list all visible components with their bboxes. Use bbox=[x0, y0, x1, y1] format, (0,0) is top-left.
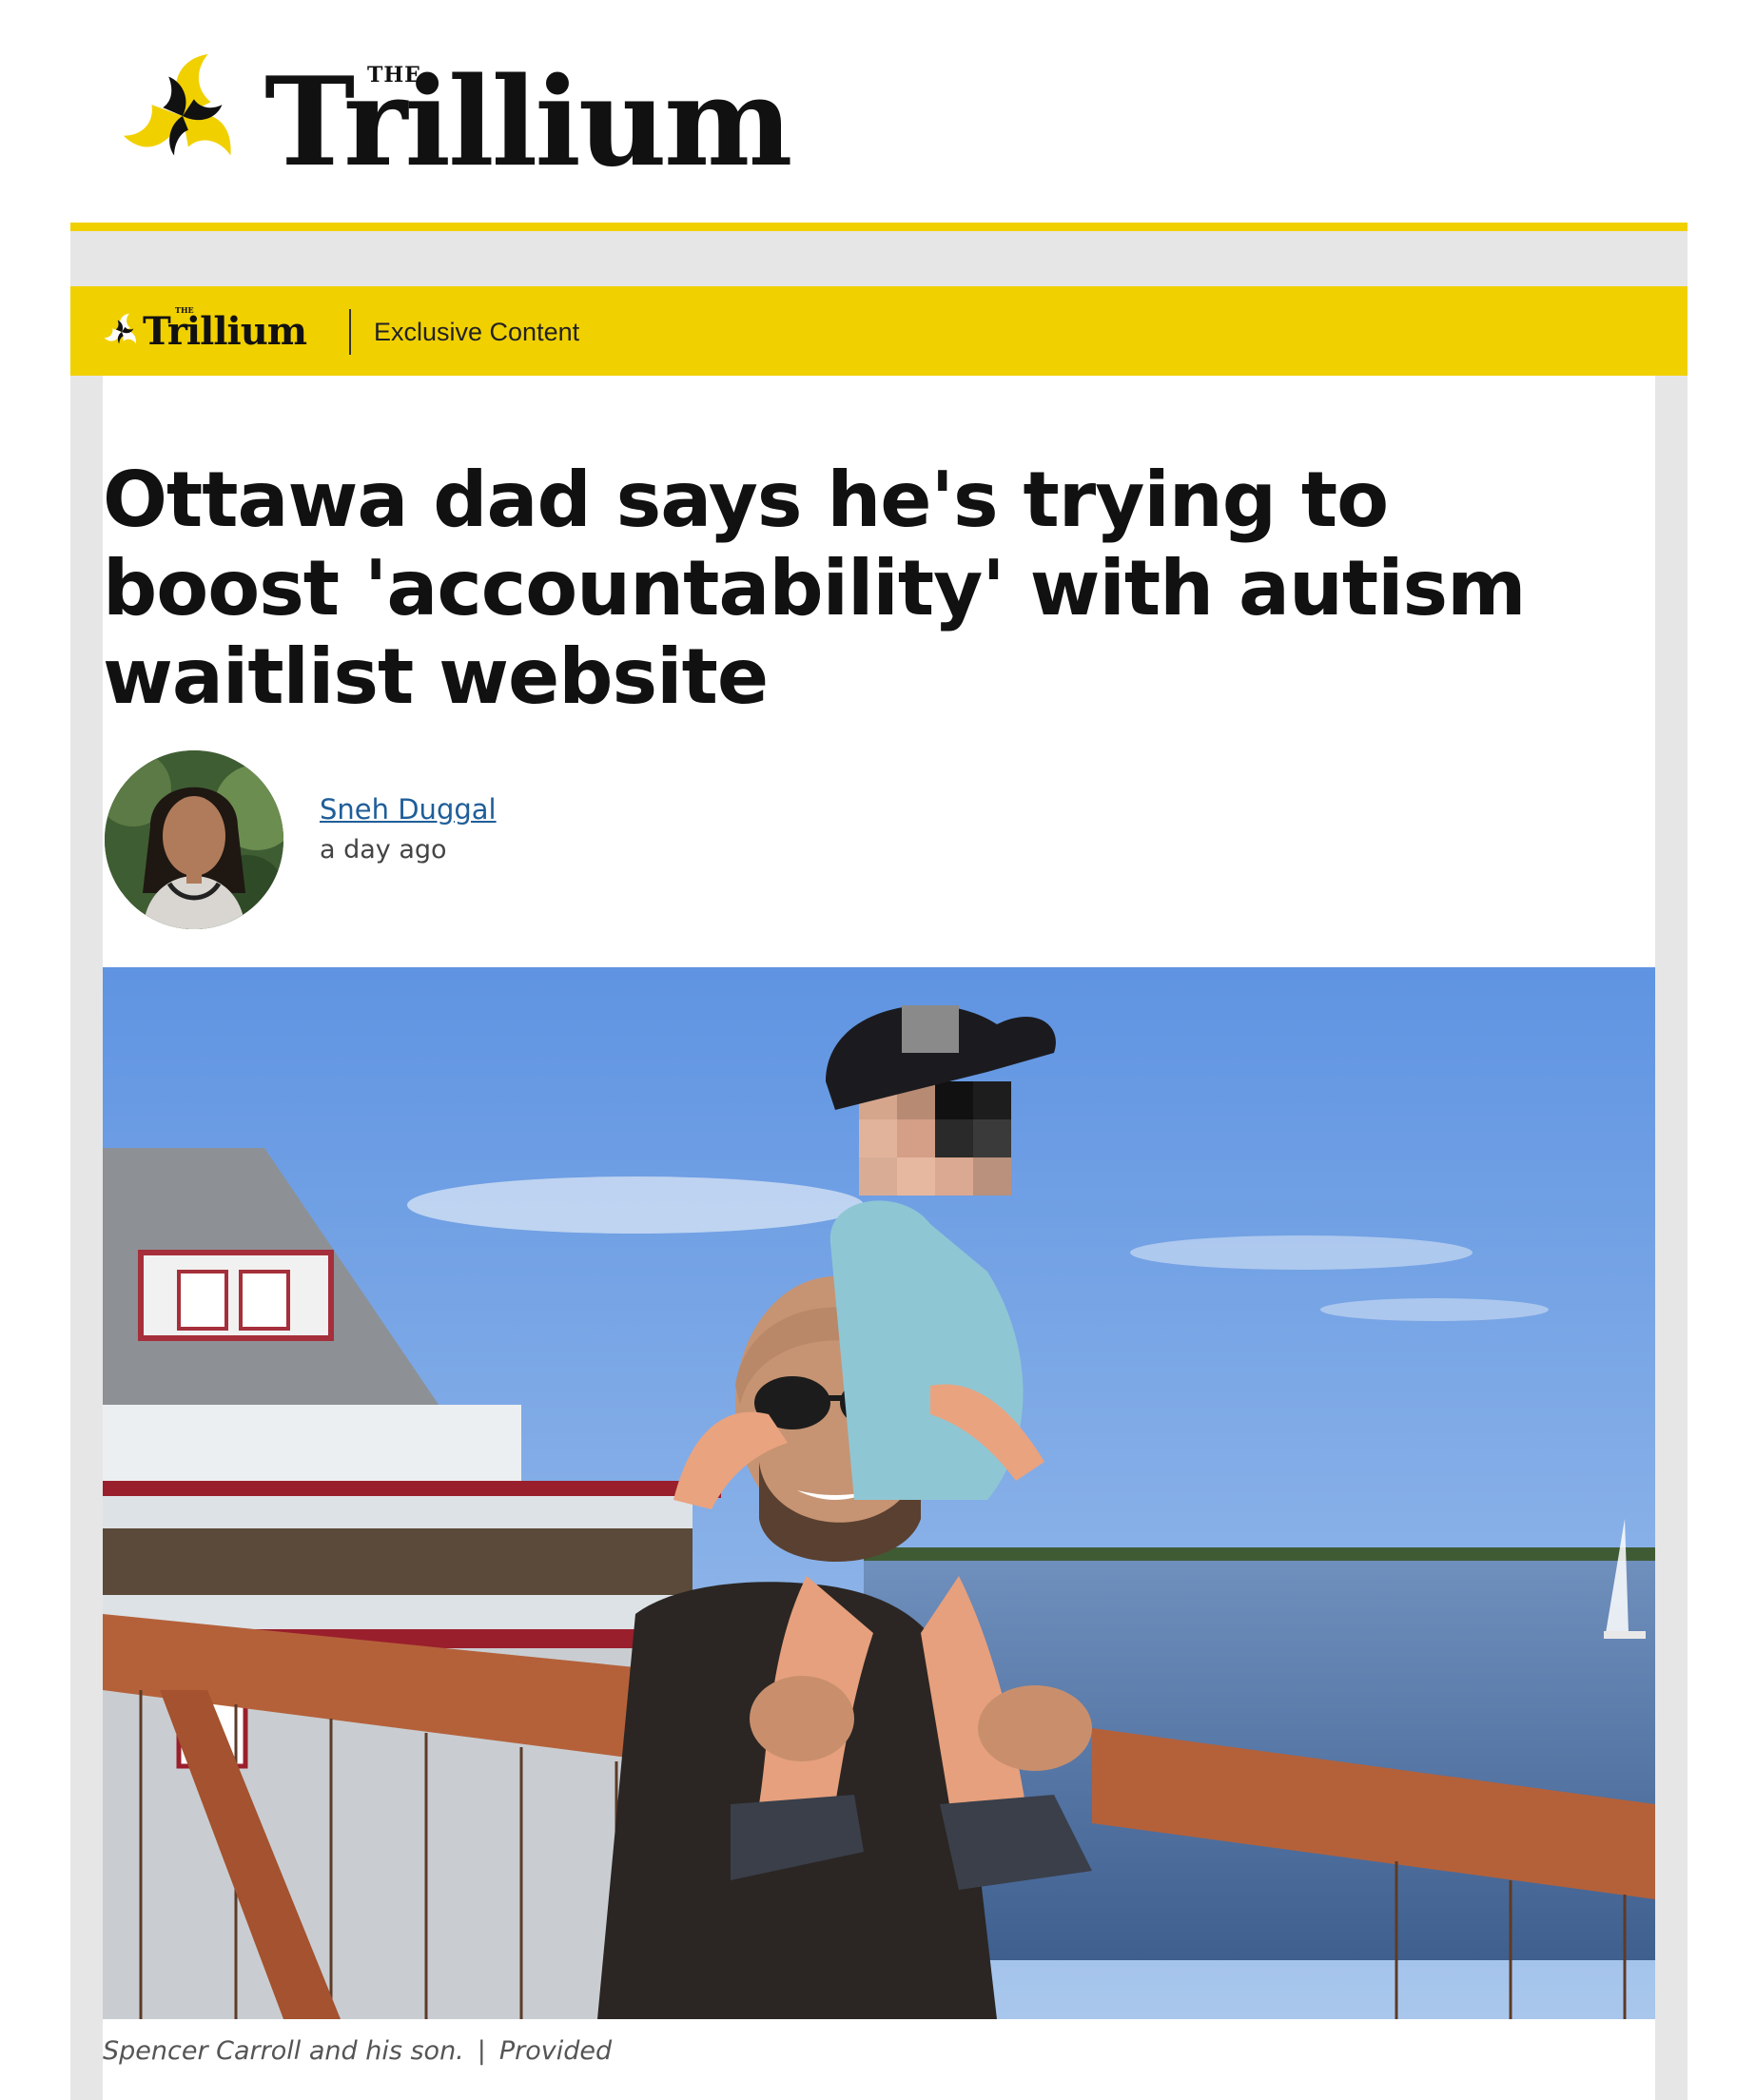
author-avatar[interactable] bbox=[105, 750, 283, 929]
trillium-pinwheel-icon bbox=[123, 53, 231, 156]
site-masthead: Trillium THE bbox=[70, 0, 1688, 223]
hero-caption: Spencer Carroll and his son. | Provided bbox=[103, 2034, 612, 2069]
page-gutter bbox=[70, 231, 1688, 286]
hero-image[interactable] bbox=[103, 967, 1655, 2019]
bar-wordmark-the: THE bbox=[175, 305, 194, 315]
bar-divider bbox=[349, 309, 351, 355]
article-body: Ottawa dad says he's trying to boost 'ac… bbox=[103, 376, 1655, 2100]
caption-separator: | bbox=[477, 2036, 486, 2066]
bar-wordmark[interactable]: Trillium bbox=[143, 303, 307, 360]
caption-credit: Provided bbox=[498, 2036, 613, 2066]
trillium-pinwheel-icon bbox=[104, 313, 137, 344]
author-link[interactable]: Sneh Duggal bbox=[320, 790, 497, 828]
caption-text: Spencer Carroll and his son. bbox=[103, 2036, 464, 2066]
published-time: a day ago bbox=[320, 835, 447, 865]
site-logo[interactable]: Trillium THE bbox=[112, 38, 797, 194]
article-brand-bar: Trillium THE Exclusive Content bbox=[70, 286, 1688, 376]
hero-photo bbox=[103, 967, 1655, 2019]
author-photo bbox=[105, 750, 283, 929]
content-frame: Trillium THE Exclusive Content Ottawa da… bbox=[70, 286, 1688, 2100]
site-wordmark-the: THE bbox=[367, 63, 421, 88]
article-headline: Ottawa dad says he's trying to boost 'ac… bbox=[103, 456, 1527, 721]
site-wordmark: Trillium bbox=[264, 51, 792, 194]
section-label[interactable]: Exclusive Content bbox=[374, 313, 579, 351]
masthead-rule bbox=[70, 223, 1688, 231]
